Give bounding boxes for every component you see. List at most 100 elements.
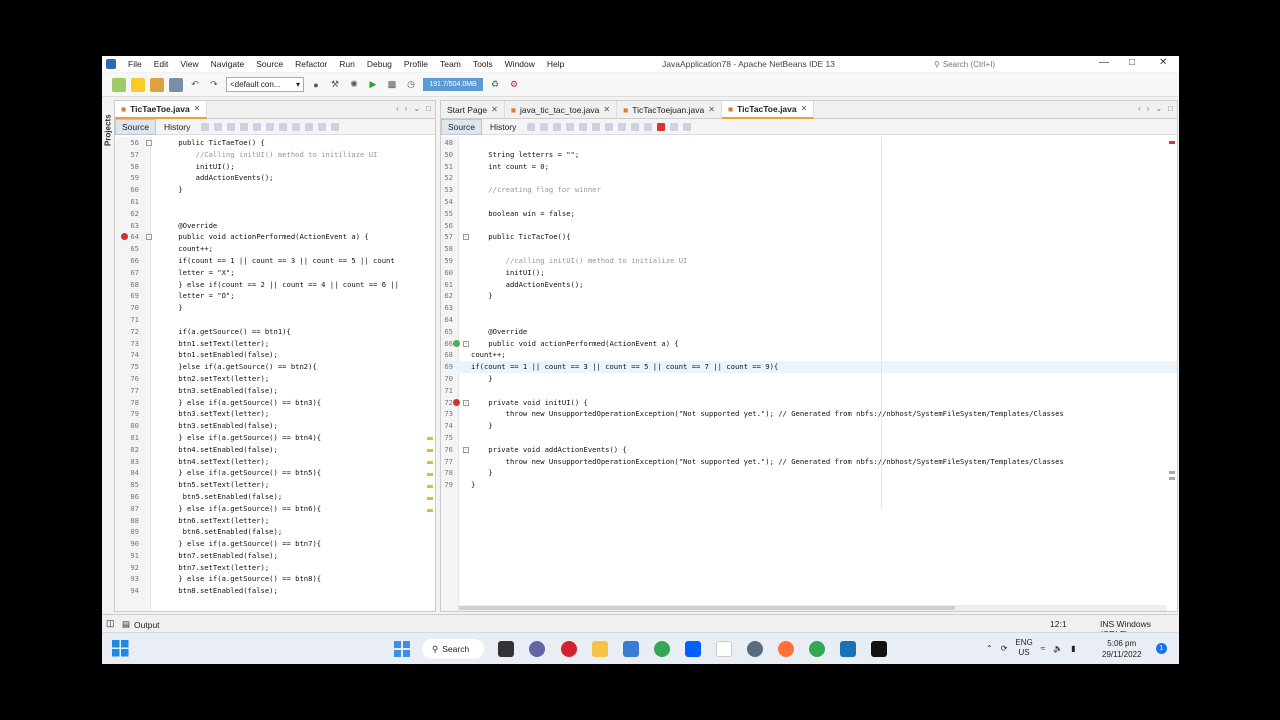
task-view-icon[interactable] bbox=[498, 641, 514, 657]
comment-icon[interactable] bbox=[683, 122, 692, 131]
menu-refactor[interactable]: Refactor bbox=[289, 59, 333, 69]
language-indicator[interactable]: ENG US bbox=[1015, 638, 1032, 658]
line-number[interactable]: 73 bbox=[441, 408, 453, 420]
toggle-highlight-icon[interactable] bbox=[266, 122, 275, 131]
line-number[interactable]: 53 bbox=[441, 184, 453, 196]
find-next-icon[interactable] bbox=[253, 122, 262, 131]
find-prev-icon[interactable] bbox=[240, 122, 249, 131]
line-number[interactable]: 85 bbox=[115, 479, 139, 491]
warning-marker[interactable] bbox=[427, 509, 433, 512]
chevron-down-icon[interactable]: ⌄ bbox=[1155, 104, 1162, 113]
menu-run[interactable]: Run bbox=[333, 59, 361, 69]
menu-team[interactable]: Team bbox=[434, 59, 467, 69]
tab-start-page[interactable]: Start Page ✕ bbox=[441, 101, 505, 119]
line-number[interactable]: 56 bbox=[115, 137, 139, 149]
code-text[interactable]: } bbox=[161, 184, 182, 196]
line-number[interactable]: 60 bbox=[115, 184, 139, 196]
source-tab[interactable]: Source bbox=[441, 118, 482, 135]
line-number[interactable]: 78 bbox=[115, 397, 139, 409]
fold-toggle-icon[interactable]: - bbox=[146, 140, 152, 146]
debug-icon[interactable]: ▩ bbox=[385, 78, 399, 92]
line-number[interactable]: 82 bbox=[115, 444, 139, 456]
line-number[interactable]: 72 bbox=[441, 397, 453, 409]
line-number[interactable]: 72 bbox=[115, 326, 139, 338]
maximize-pane-icon[interactable]: □ bbox=[1168, 104, 1173, 113]
line-number[interactable]: 61 bbox=[115, 196, 139, 208]
code-text[interactable]: btn3.setText(letter); bbox=[161, 408, 269, 420]
fold-toggle-icon[interactable]: - bbox=[463, 234, 469, 241]
line-number[interactable]: 78 bbox=[441, 467, 453, 479]
find-icon[interactable] bbox=[227, 122, 236, 131]
fold-toggle-icon[interactable]: - bbox=[463, 340, 469, 347]
chevron-left-icon[interactable]: ‹ bbox=[1138, 104, 1141, 113]
line-number[interactable]: 76 bbox=[115, 373, 139, 385]
code-text[interactable]: throw new UnsupportedOperationException(… bbox=[471, 456, 1064, 468]
fold-toggle-icon[interactable]: - bbox=[463, 446, 469, 453]
menu-view[interactable]: View bbox=[174, 59, 204, 69]
code-text[interactable]: @Override bbox=[471, 326, 527, 338]
warning-marker[interactable] bbox=[427, 485, 433, 488]
dropbox-icon[interactable] bbox=[685, 641, 701, 657]
code-text[interactable]: btn6.setText(letter); bbox=[161, 515, 269, 527]
line-number[interactable]: 48 bbox=[441, 137, 453, 149]
line-number[interactable]: 91 bbox=[115, 550, 139, 562]
back-icon[interactable] bbox=[201, 122, 210, 131]
line-number[interactable]: 67 bbox=[115, 267, 139, 279]
projects-side-tab[interactable]: Projects bbox=[102, 100, 114, 160]
code-text[interactable]: } else if(a.getSource() == btn4){ bbox=[161, 432, 321, 444]
line-number[interactable]: 76 bbox=[441, 444, 453, 456]
volume-icon[interactable]: 🔈 bbox=[1053, 644, 1063, 653]
warning-marker[interactable] bbox=[1169, 477, 1175, 480]
fold-toggle-icon[interactable]: - bbox=[146, 234, 152, 241]
line-number[interactable]: 74 bbox=[441, 420, 453, 432]
line-number[interactable]: 65 bbox=[115, 243, 139, 255]
code-text[interactable]: initUI(); bbox=[471, 267, 545, 279]
line-number[interactable]: 75 bbox=[441, 432, 453, 444]
shift-right-icon[interactable] bbox=[644, 122, 653, 131]
line-number[interactable]: 69 bbox=[441, 361, 453, 373]
mail-icon[interactable] bbox=[623, 641, 639, 657]
line-number[interactable]: 80 bbox=[115, 420, 139, 432]
comment-icon[interactable] bbox=[331, 122, 340, 131]
line-number[interactable]: 71 bbox=[441, 385, 453, 397]
close-tab-icon[interactable]: ✕ bbox=[708, 105, 715, 114]
shift-right-icon[interactable] bbox=[318, 122, 327, 131]
code-text[interactable]: private void initUI() { bbox=[471, 397, 588, 409]
settings-gear-icon[interactable] bbox=[747, 641, 763, 657]
line-number[interactable]: 94 bbox=[115, 585, 139, 597]
line-number[interactable]: 63 bbox=[441, 302, 453, 314]
forward-icon[interactable] bbox=[214, 122, 223, 131]
run-icon[interactable]: ▶ bbox=[366, 78, 380, 92]
terminal-icon[interactable] bbox=[871, 641, 887, 657]
line-number[interactable]: 57 bbox=[115, 149, 139, 161]
menu-profile[interactable]: Profile bbox=[398, 59, 434, 69]
shift-left-icon[interactable] bbox=[631, 122, 640, 131]
find-next-icon[interactable] bbox=[579, 122, 588, 131]
close-icon[interactable]: ✕ bbox=[1159, 57, 1167, 68]
line-number[interactable]: 62 bbox=[441, 290, 453, 302]
code-text[interactable]: boolean win = false; bbox=[471, 208, 575, 220]
menu-tools[interactable]: Tools bbox=[467, 59, 499, 69]
next-bookmark-icon[interactable] bbox=[618, 122, 627, 131]
tab-tictactoejuan-java[interactable]: ■ TicTacToejuan.java ✕ bbox=[617, 101, 722, 119]
notification-badge[interactable]: 1 bbox=[1156, 643, 1167, 654]
line-number[interactable]: 62 bbox=[115, 208, 139, 220]
wifi-icon[interactable]: ≈ bbox=[1041, 644, 1045, 653]
line-number[interactable]: 71 bbox=[115, 314, 139, 326]
code-text[interactable]: @Override bbox=[161, 220, 217, 232]
code-text[interactable]: } bbox=[471, 290, 492, 302]
code-text[interactable]: public TicTacToe(){ bbox=[471, 231, 570, 243]
new-project-icon[interactable] bbox=[131, 77, 145, 92]
code-text[interactable]: } else if(a.getSource() == btn8){ bbox=[161, 573, 321, 585]
code-text[interactable]: btn1.setText(letter); bbox=[161, 338, 269, 350]
code-text[interactable]: } else if(a.getSource() == btn5){ bbox=[161, 467, 321, 479]
bookmark-icon[interactable] bbox=[605, 122, 614, 131]
line-number[interactable]: 79 bbox=[441, 479, 453, 491]
menu-window[interactable]: Window bbox=[499, 59, 541, 69]
code-text[interactable]: btn4.setText(letter); bbox=[161, 456, 269, 468]
menu-edit[interactable]: Edit bbox=[148, 59, 175, 69]
line-number[interactable]: 77 bbox=[115, 385, 139, 397]
code-text[interactable]: btn6.setEnabled(false); bbox=[161, 526, 283, 538]
line-number[interactable]: 55 bbox=[441, 208, 453, 220]
left-code-area[interactable]: 56 public TicTaeToe() {- 57 //Calling ini… bbox=[115, 137, 435, 611]
